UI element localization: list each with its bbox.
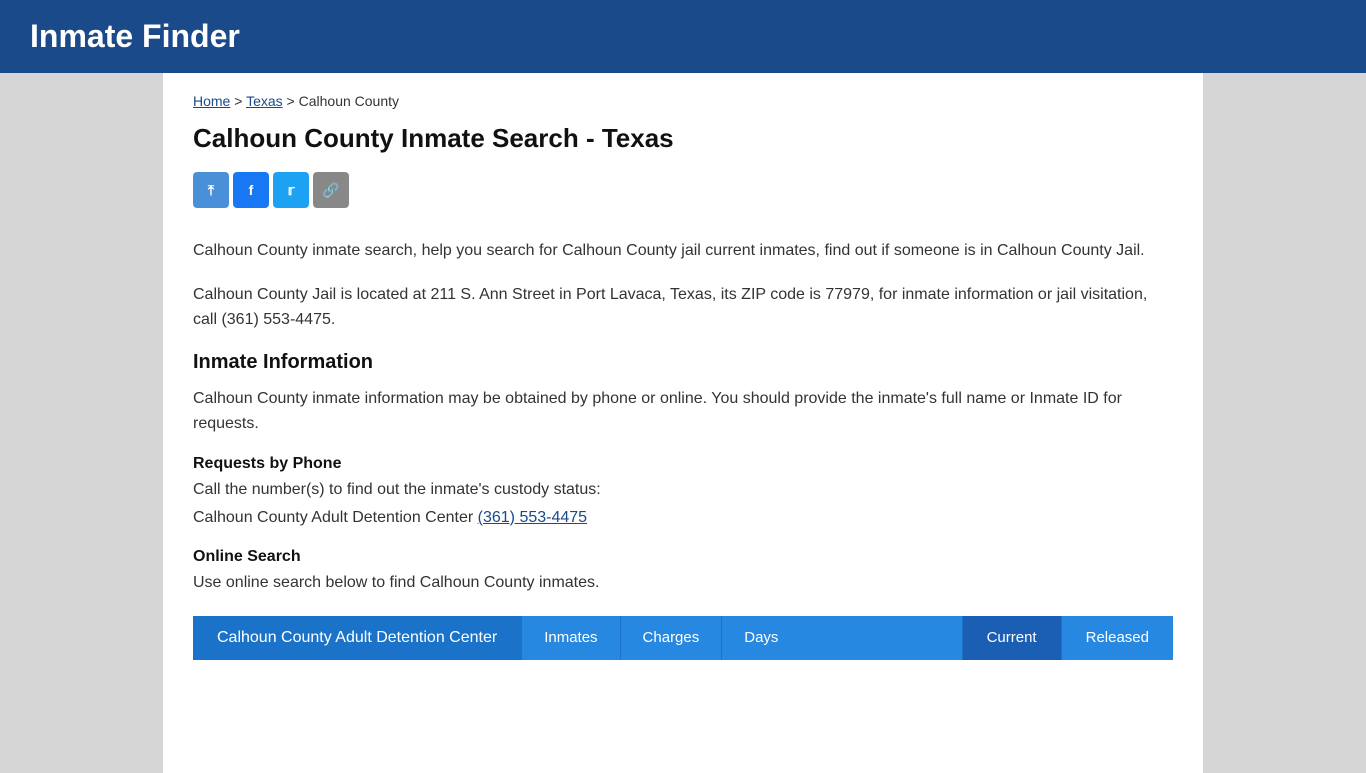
page-wrapper: Home > Texas > Calhoun County Calhoun Co… <box>163 73 1203 773</box>
breadcrumb-home[interactable]: Home <box>193 93 230 109</box>
inmate-information-heading: Inmate Information <box>193 351 1173 374</box>
requests-phone-text1: Call the number(s) to find out the inmat… <box>193 477 1173 503</box>
site-header: Inmate Finder <box>0 0 1366 73</box>
online-search-text: Use online search below to find Calhoun … <box>193 570 1173 596</box>
site-title: Inmate Finder <box>30 18 240 54</box>
tab-spacer <box>800 616 961 660</box>
share-row: ⤒ f 𝕣 🔗 <box>193 172 1173 208</box>
tab-charges[interactable]: Charges <box>620 616 722 660</box>
requests-phone-line2: Calhoun County Adult Detention Center (3… <box>193 505 1173 531</box>
facebook-icon: f <box>249 182 254 198</box>
intro-paragraph-2: Calhoun County Jail is located at 211 S.… <box>193 282 1173 333</box>
requests-phone-heading: Requests by Phone <box>193 455 1173 473</box>
online-search-heading: Online Search <box>193 548 1173 566</box>
breadcrumb-texas[interactable]: Texas <box>246 93 283 109</box>
breadcrumb: Home > Texas > Calhoun County <box>193 93 1173 109</box>
tab-inmates[interactable]: Inmates <box>521 616 619 660</box>
link-icon: 🔗 <box>322 182 339 199</box>
share-twitter-button[interactable]: 𝕣 <box>273 172 309 208</box>
share-generic-button[interactable]: ⤒ <box>193 172 229 208</box>
page-title: Calhoun County Inmate Search - Texas <box>193 123 1173 154</box>
tab-right-group: Current Released <box>962 616 1173 660</box>
tab-bar-facility-name: Calhoun County Adult Detention Center <box>193 616 521 660</box>
phone-link[interactable]: (361) 553-4475 <box>478 509 587 526</box>
tab-released[interactable]: Released <box>1061 616 1173 660</box>
share-generic-icon: ⤒ <box>208 182 214 199</box>
share-link-button[interactable]: 🔗 <box>313 172 349 208</box>
tab-current[interactable]: Current <box>962 616 1061 660</box>
tab-days[interactable]: Days <box>721 616 800 660</box>
inmate-info-text: Calhoun County inmate information may be… <box>193 386 1173 437</box>
tab-bar: Calhoun County Adult Detention Center In… <box>193 616 1173 660</box>
breadcrumb-current: Calhoun County <box>299 93 399 109</box>
twitter-icon: 𝕣 <box>288 182 295 199</box>
share-facebook-button[interactable]: f <box>233 172 269 208</box>
intro-paragraph-1: Calhoun County inmate search, help you s… <box>193 238 1173 264</box>
detention-center-label: Calhoun County Adult Detention Center <box>193 509 473 526</box>
